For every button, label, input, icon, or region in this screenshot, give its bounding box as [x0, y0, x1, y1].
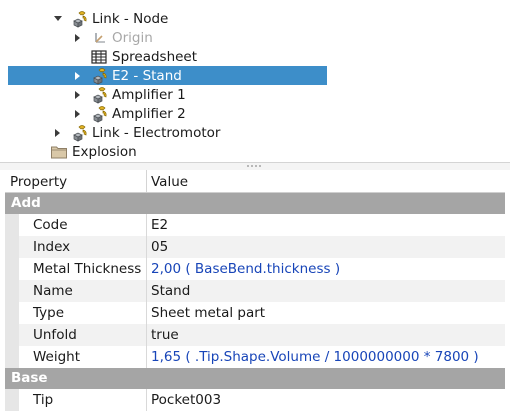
- property-value[interactable]: Pocket003: [151, 392, 221, 408]
- property-column-header[interactable]: Property: [10, 174, 67, 190]
- property-value[interactable]: true: [151, 327, 179, 343]
- tree-item-label: Link - Node: [92, 10, 169, 27]
- expand-arrow-icon[interactable]: [72, 109, 82, 119]
- property-name: Name: [33, 283, 73, 299]
- row-gutter: [5, 280, 19, 302]
- folder-icon: [50, 143, 68, 161]
- row-divider: [146, 302, 147, 324]
- property-row-unfold[interactable]: Unfold true: [5, 324, 505, 346]
- value-column-header[interactable]: Value: [151, 174, 188, 190]
- tree-item-link-node[interactable]: Link - Node: [8, 9, 327, 28]
- spreadsheet-icon: [90, 48, 108, 66]
- property-value[interactable]: 05: [151, 239, 168, 255]
- link-icon: [91, 86, 109, 104]
- property-group-add[interactable]: Add: [5, 193, 505, 214]
- row-divider: [146, 346, 147, 368]
- property-value[interactable]: Sheet metal part: [151, 305, 265, 321]
- property-row-weight[interactable]: Weight 1,65 ( .Tip.Shape.Volume / 100000…: [5, 346, 505, 368]
- tree-item-label: Link - Electromotor: [92, 124, 221, 141]
- splitter-grip-icon: [247, 165, 263, 167]
- property-name: Weight: [33, 349, 81, 365]
- property-name: Index: [33, 239, 71, 255]
- link-icon: [91, 67, 109, 85]
- property-header: Property Value: [5, 170, 505, 193]
- tree-item-label: Amplifier 2: [112, 105, 186, 122]
- expand-arrow-icon[interactable]: [53, 14, 63, 24]
- expand-arrow-icon[interactable]: [72, 90, 82, 100]
- tree-item-label: Spreadsheet: [112, 48, 198, 65]
- expand-arrow-icon[interactable]: [72, 71, 82, 81]
- property-name: Tip: [33, 392, 54, 408]
- property-value-expression[interactable]: 2,00 ( BaseBend.thickness ): [151, 261, 340, 277]
- tree-item-amplifier-1[interactable]: Amplifier 1: [8, 85, 327, 104]
- property-row-type[interactable]: Type Sheet metal part: [5, 302, 505, 324]
- link-icon: [71, 124, 89, 142]
- tree-item-explosion[interactable]: Explosion: [8, 142, 327, 161]
- model-tree: Link - Node Origin Spreadsheet E2 - Stan…: [0, 0, 510, 162]
- property-value[interactable]: Stand: [151, 283, 190, 299]
- row-gutter: [5, 302, 19, 324]
- panel-splitter[interactable]: [0, 162, 510, 170]
- tree-item-label: E2 - Stand: [112, 67, 182, 84]
- property-row-code[interactable]: Code E2: [5, 214, 505, 236]
- property-value-expression[interactable]: 1,65 ( .Tip.Shape.Volume / 1000000000 * …: [151, 349, 479, 365]
- column-divider[interactable]: [146, 170, 147, 192]
- group-label: Add: [11, 195, 41, 211]
- expand-arrow-icon[interactable]: [52, 128, 62, 138]
- row-divider: [146, 214, 147, 236]
- property-name: Code: [33, 217, 68, 233]
- row-divider: [146, 389, 147, 411]
- tree-item-link-electromotor[interactable]: Link - Electromotor: [8, 123, 327, 142]
- property-row-metal-thickness[interactable]: Metal Thickness 2,00 ( BaseBend.thicknes…: [5, 258, 505, 280]
- origin-icon: [91, 29, 109, 47]
- row-gutter: [5, 258, 19, 280]
- row-gutter: [5, 389, 19, 411]
- group-label: Base: [11, 370, 48, 386]
- property-editor: Property Value Add Code E2 Index 05 Meta…: [5, 170, 505, 420]
- property-row-tip[interactable]: Tip Pocket003: [5, 389, 505, 411]
- tree-item-label: Amplifier 1: [112, 86, 186, 103]
- tree-item-spreadsheet[interactable]: Spreadsheet: [8, 47, 327, 66]
- tree-item-origin[interactable]: Origin: [8, 28, 327, 47]
- tree-item-e2-stand[interactable]: E2 - Stand: [8, 66, 327, 85]
- property-name: Metal Thickness: [33, 261, 142, 277]
- row-gutter: [5, 236, 19, 258]
- row-divider: [146, 258, 147, 280]
- property-row-name[interactable]: Name Stand: [5, 280, 505, 302]
- tree-item-label: Origin: [112, 29, 153, 46]
- row-divider: [146, 280, 147, 302]
- row-divider: [146, 236, 147, 258]
- tree-item-amplifier-2[interactable]: Amplifier 2: [8, 104, 327, 123]
- link-icon: [91, 105, 109, 123]
- row-gutter: [5, 214, 19, 236]
- property-group-base[interactable]: Base: [5, 368, 505, 389]
- property-name: Type: [33, 305, 65, 321]
- property-row-index[interactable]: Index 05: [5, 236, 505, 258]
- row-divider: [146, 324, 147, 346]
- tree-item-label: Explosion: [72, 143, 137, 160]
- expand-arrow-icon[interactable]: [72, 33, 82, 43]
- property-value[interactable]: E2: [151, 217, 168, 233]
- property-name: Unfold: [33, 327, 77, 343]
- row-gutter: [5, 346, 19, 368]
- link-icon: [71, 10, 89, 28]
- row-gutter: [5, 324, 19, 346]
